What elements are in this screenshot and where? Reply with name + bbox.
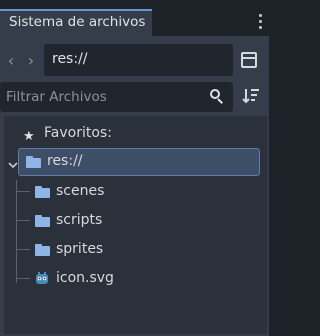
tab-filesystem[interactable]: Sistema de archivos [0, 9, 152, 36]
tree-item-scenes[interactable]: scenes [4, 178, 267, 204]
file-tree: ★ Favoritos: res:// scenes scripts sprit… [4, 116, 267, 334]
sort-icon[interactable] [241, 86, 261, 106]
tree-item-scripts[interactable]: scripts [4, 207, 267, 233]
chevron-down-icon[interactable] [8, 160, 18, 170]
filesystem-panel: ‹ › res:// Filtrar Archivos ★ Favoritos:… [0, 36, 269, 336]
godot-icon [36, 272, 48, 284]
path-input[interactable]: res:// [44, 44, 233, 76]
chevron-left-icon[interactable]: ‹ [5, 53, 17, 69]
dock-menu-icon[interactable] [255, 11, 265, 33]
tree-item-root[interactable]: res:// [18, 148, 260, 176]
folder-icon [35, 186, 50, 198]
split-view-icon[interactable] [241, 52, 257, 68]
filter-files-input[interactable]: Filtrar Archivos [0, 82, 233, 112]
tree-item-sprites[interactable]: sprites [4, 236, 267, 262]
chevron-right-icon[interactable]: › [25, 53, 37, 69]
tree-item-label: scenes [56, 183, 105, 199]
folder-icon [35, 215, 50, 227]
tree-item-label: sprites [56, 241, 104, 257]
folder-icon [35, 244, 50, 256]
path-value: res:// [52, 51, 88, 67]
tree-item-label: icon.svg [56, 270, 114, 286]
folder-icon [26, 156, 41, 168]
star-icon: ★ [23, 129, 35, 144]
favorites-row[interactable]: ★ Favoritos: [4, 120, 267, 146]
tab-filesystem-label: Sistema de archivos [9, 14, 146, 30]
favorites-label: Favoritos: [44, 125, 112, 141]
tree-item-label: scripts [56, 212, 103, 228]
search-icon [210, 89, 224, 104]
tree-item-root-label: res:// [47, 153, 83, 169]
dock-tab-bar: Sistema de archivos [0, 0, 269, 36]
filter-placeholder: Filtrar Archivos [6, 89, 107, 105]
